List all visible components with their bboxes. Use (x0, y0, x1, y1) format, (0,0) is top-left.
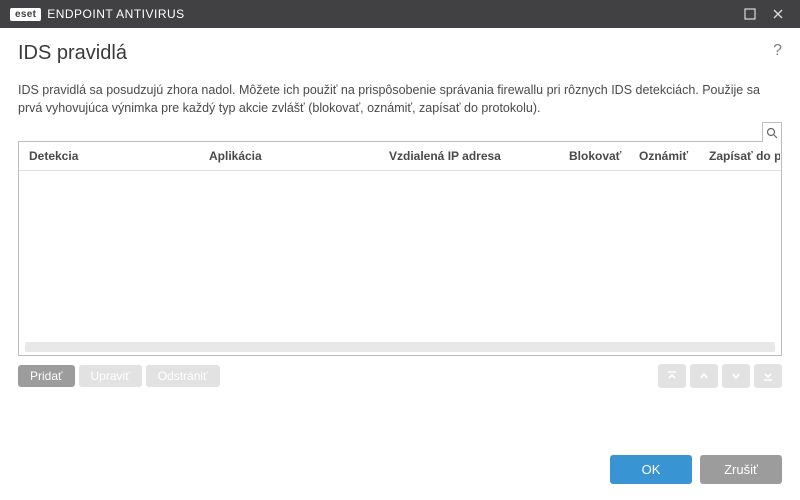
col-detekcia[interactable]: Detekcia (19, 142, 199, 170)
toolbar: Pridať Upraviť Odstrániť (18, 364, 782, 388)
page-title: IDS pravidlá (18, 42, 127, 65)
col-blokovat[interactable]: Blokovať (559, 142, 629, 170)
titlebar: eset ENDPOINT ANTIVIRUS (0, 0, 800, 28)
brand-text: ENDPOINT ANTIVIRUS (47, 7, 184, 21)
rules-table: Detekcia Aplikácia Vzdialená IP adresa B… (18, 141, 782, 356)
content: IDS pravidlá ? IDS pravidlá sa posudzujú… (0, 28, 800, 500)
search-row (18, 121, 782, 141)
move-down-button (722, 364, 750, 388)
search-icon[interactable] (762, 122, 782, 142)
edit-button: Upraviť (79, 365, 142, 387)
col-aplikacia[interactable]: Aplikácia (199, 142, 379, 170)
delete-button: Odstrániť (146, 365, 220, 387)
col-zapisat[interactable]: Zapísať do protokolu (699, 142, 781, 170)
ok-button[interactable]: OK (610, 455, 692, 484)
col-oznamit[interactable]: Oznámiť (629, 142, 699, 170)
cancel-button[interactable]: Zrušiť (700, 455, 782, 484)
footer: OK Zrušiť (18, 441, 782, 500)
table-body[interactable] (19, 171, 781, 342)
move-top-button (658, 364, 686, 388)
move-up-button (690, 364, 718, 388)
horizontal-scrollbar[interactable] (25, 342, 775, 352)
col-ip[interactable]: Vzdialená IP adresa (379, 142, 559, 170)
header-row: IDS pravidlá ? (18, 42, 782, 65)
minimize-icon[interactable] (736, 4, 764, 24)
add-button[interactable]: Pridať (18, 365, 75, 387)
help-icon[interactable]: ? (773, 42, 782, 60)
brand-badge: eset (10, 8, 41, 21)
table-header: Detekcia Aplikácia Vzdialená IP adresa B… (19, 142, 781, 171)
move-bottom-button (754, 364, 782, 388)
close-icon[interactable] (764, 4, 792, 24)
description-text: IDS pravidlá sa posudzujú zhora nadol. M… (18, 81, 782, 117)
